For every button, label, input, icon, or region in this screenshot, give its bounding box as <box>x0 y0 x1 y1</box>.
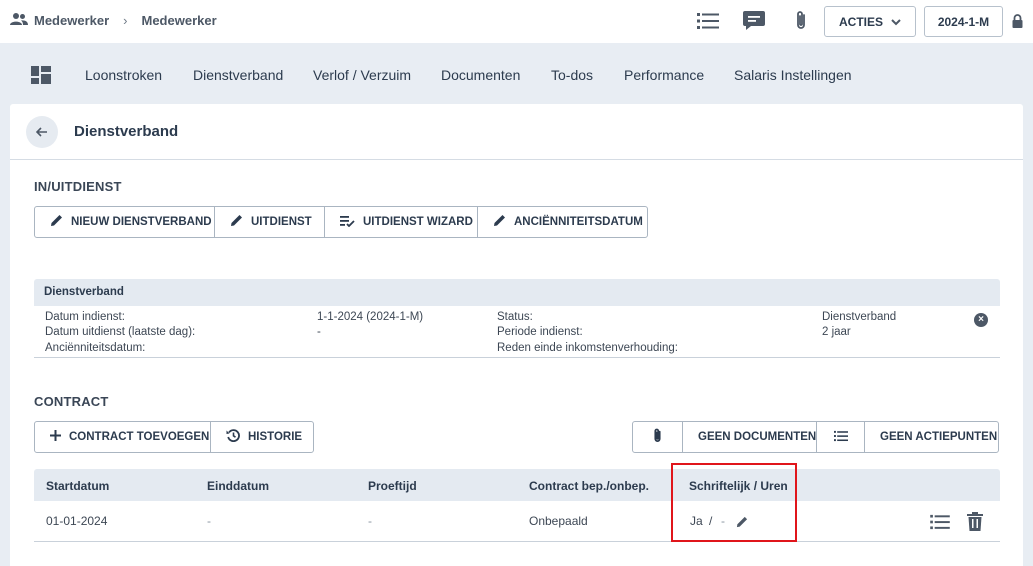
seniority-date-label: ANCIËNNITEITSDATUM <box>514 216 643 228</box>
new-employment-label: NIEUW DIENSTVERBAND <box>71 216 212 228</box>
pencil-icon <box>493 214 506 230</box>
grid-icon[interactable] <box>31 66 51 87</box>
list-icon <box>833 430 848 445</box>
value-datum-indienst: 1-1-2024 (2024-1-M) <box>317 311 424 323</box>
column-header-einddatum: Einddatum <box>207 479 269 493</box>
page-title: Dienstverband <box>74 123 179 140</box>
plus-icon <box>50 430 61 444</box>
nav-item-dienstverband[interactable]: Dienstverband <box>193 67 283 83</box>
actions-label: ACTIES <box>838 14 883 29</box>
nav-item-loonstroken[interactable]: Loonstroken <box>85 67 162 83</box>
add-contract-button[interactable]: CONTRACT TOEVOEGEN <box>35 422 211 452</box>
nav-item-verlof-verzuim[interactable]: Verlof / Verzuim <box>313 67 411 83</box>
content-panel: Dienstverband IN/UITDIENST NIEUW DIENSTV… <box>10 104 1023 566</box>
section-label-inuitdienst: IN/UITDIENST <box>34 179 122 194</box>
period-label: 2024-1-M <box>937 14 990 29</box>
period-button[interactable]: 2024-1-M <box>924 6 1003 37</box>
nav-item-documenten[interactable]: Documenten <box>441 67 520 83</box>
close-circle-icon[interactable]: × <box>974 313 988 327</box>
column-header-startdatum: Startdatum <box>46 479 110 493</box>
main-nav: Loonstroken Dienstverband Verlof / Verzu… <box>0 43 1033 103</box>
breadcrumb-current: Medewerker <box>141 13 217 28</box>
back-button[interactable] <box>26 116 58 148</box>
contract-button-group: CONTRACT TOEVOEGEN HISTORIE <box>34 421 314 453</box>
nav-item-performance[interactable]: Performance <box>624 67 704 83</box>
paperclip-icon <box>652 428 663 447</box>
table-row: 01-01-2024 - - Onbepaald Ja / - <box>34 501 1000 542</box>
section-label-contract: CONTRACT <box>34 394 109 409</box>
pencil-icon <box>230 214 243 230</box>
breadcrumb: Medewerker › Medewerker <box>10 12 217 29</box>
dienstverband-header: Dienstverband <box>34 279 1000 306</box>
nav-item-todos[interactable]: To-dos <box>551 67 593 83</box>
chevron-right-icon: › <box>123 13 128 28</box>
history-icon <box>226 429 240 445</box>
users-icon <box>10 12 28 29</box>
value-datum-uitdienst: - <box>317 326 321 338</box>
cell-proeftijd: - <box>368 514 372 528</box>
cell-contract-type: Onbepaald <box>529 514 588 528</box>
arrow-left-icon <box>35 124 48 141</box>
actions-dropdown[interactable]: ACTIES <box>824 6 916 37</box>
uitdienst-wizard-button[interactable]: UITDIENST WIZARD <box>325 207 478 237</box>
action-items-button[interactable]: GEEN ACTIEPUNTEN <box>865 422 998 452</box>
label-periode-indienst: Periode indienst: <box>497 326 583 338</box>
breadcrumb-root[interactable]: Medewerker <box>34 13 109 28</box>
checklist-icon <box>340 215 355 230</box>
seniority-date-button[interactable]: ANCIËNNITEITSDATUM <box>478 207 647 237</box>
value-periode-indienst: 2 jaar <box>822 326 851 338</box>
label-ancienniteitsdatum: Anciënniteitsdatum: <box>45 342 146 354</box>
value-status: Dienstverband <box>822 311 897 323</box>
dienstverband-details: Datum indienst: Datum uitdienst (laatste… <box>34 306 1000 358</box>
panel-header: Dienstverband <box>10 104 1023 160</box>
inuitdienst-button-group: NIEUW DIENSTVERBAND UITDIENST UITDIENST … <box>34 206 648 238</box>
attachment-button[interactable] <box>633 422 683 452</box>
column-header-proeftijd: Proeftijd <box>368 479 417 493</box>
history-button[interactable]: HISTORIE <box>211 422 313 452</box>
documents-button[interactable]: GEEN DOCUMENTEN <box>683 422 817 452</box>
cell-einddatum: - <box>207 514 211 528</box>
uitdienst-wizard-label: UITDIENST WIZARD <box>363 216 473 228</box>
column-header-contract-type: Contract bep./onbep. <box>529 479 649 493</box>
label-status: Status: <box>497 311 533 323</box>
paperclip-icon[interactable] <box>788 8 814 34</box>
uitdienst-button[interactable]: UITDIENST <box>215 207 325 237</box>
comment-icon[interactable] <box>741 8 767 34</box>
label-reden-einde: Reden einde inkomstenverhouding: <box>497 342 678 354</box>
lock-icon <box>1010 8 1024 34</box>
uitdienst-label: UITDIENST <box>251 216 312 228</box>
trash-icon[interactable] <box>967 512 983 534</box>
list-icon[interactable] <box>695 8 721 34</box>
list-icon[interactable] <box>930 514 950 533</box>
contract-info-button-group: GEEN DOCUMENTEN GEEN ACTIEPUNTEN <box>632 421 999 453</box>
pencil-icon <box>50 214 63 230</box>
new-employment-button[interactable]: NIEUW DIENSTVERBAND <box>35 207 215 237</box>
nav-item-salaris-instellingen[interactable]: Salaris Instellingen <box>734 67 852 83</box>
top-bar: Medewerker › Medewerker ACTIES 2024-1-M <box>0 0 1033 43</box>
history-label: HISTORIE <box>248 431 303 443</box>
contract-table-header: Startdatum Einddatum Proeftijd Contract … <box>34 469 1000 501</box>
label-datum-uitdienst: Datum uitdienst (laatste dag): <box>45 326 196 338</box>
add-contract-label: CONTRACT TOEVOEGEN <box>69 431 210 443</box>
label-datum-indienst: Datum indienst: <box>45 311 125 323</box>
highlight-box <box>671 463 797 542</box>
cell-startdatum: 01-01-2024 <box>46 514 108 528</box>
chevron-down-icon <box>891 15 901 29</box>
documents-label: GEEN DOCUMENTEN <box>698 431 817 443</box>
action-items-list-button[interactable] <box>817 422 865 452</box>
action-items-label: GEEN ACTIEPUNTEN <box>880 431 998 443</box>
